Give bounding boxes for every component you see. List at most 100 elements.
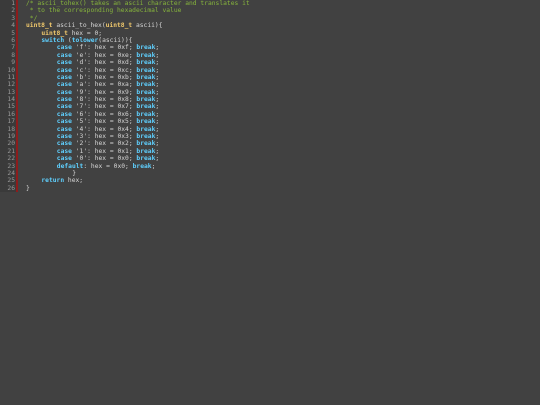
token-kw: case <box>56 155 72 163</box>
token-kw: break <box>136 81 156 89</box>
token-kw: case <box>56 133 72 141</box>
code-line[interactable]: 25 return hex; <box>0 177 540 184</box>
token-plain: ; <box>155 59 160 67</box>
line-number: 7 <box>11 44 15 52</box>
line-number: 2 <box>11 7 15 15</box>
line-number: 16 <box>7 110 15 118</box>
token-plain: 'a': hex = 0xa; <box>71 81 137 89</box>
token-kw: break <box>136 59 156 67</box>
token-kw: case <box>56 110 72 118</box>
code-line[interactable]: 17 case '5': hex = 0x5; break; <box>0 118 540 125</box>
token-plain: 'e': hex = 0xe; <box>71 51 137 59</box>
token-kw: break <box>136 155 156 163</box>
line-code: case 'c': hex = 0xc; break; <box>57 67 159 74</box>
code-line[interactable]: 9 case 'd': hex = 0xd; break; <box>0 59 540 66</box>
code-line[interactable]: 18 case '4': hex = 0x4; break; <box>0 126 540 133</box>
code-line[interactable]: 4 uint8_t ascii_to_hex(uint8_t ascii){ <box>0 22 540 29</box>
token-plain: 'f': hex = 0xf; <box>71 44 137 52</box>
code-line[interactable]: 22 case '0': hex = 0x0; break; <box>0 155 540 162</box>
token-kw: break <box>136 118 156 126</box>
token-plain: ; <box>155 44 160 52</box>
token-kw: break <box>136 103 156 111</box>
line-number: 17 <box>7 118 15 126</box>
code-line[interactable]: 14 case '8': hex = 0x8; break; <box>0 96 540 103</box>
code-line[interactable]: 6 switch (tolower(ascii)){ <box>0 37 540 44</box>
token-comment: * to the corresponding hexadecimal value <box>26 7 182 15</box>
token-plain: ascii){ <box>132 22 163 30</box>
line-number: 14 <box>7 96 15 104</box>
token-plain: ; <box>155 133 160 141</box>
line-number: 23 <box>7 162 15 170</box>
line-number: 1 <box>11 0 15 7</box>
line-code: uint8_t hex = 0; <box>41 30 102 37</box>
code-line[interactable]: 8 case 'e': hex = 0xe; break; <box>0 52 540 59</box>
token-plain: ; <box>155 66 160 74</box>
token-plain: ; <box>155 147 160 155</box>
code-lines[interactable]: 1 /* ascii_tohex() takes an ascii charact… <box>0 0 540 192</box>
token-kw: switch <box>41 36 65 44</box>
code-line[interactable]: 26} <box>0 185 540 192</box>
token-kw: case <box>56 96 72 104</box>
code-line[interactable]: 7 case 'f': hex = 0xf; break; <box>0 44 540 51</box>
code-line[interactable]: 16 case '6': hex = 0x6; break; <box>0 111 540 118</box>
token-kw: case <box>56 66 72 74</box>
token-kw: case <box>56 59 72 67</box>
token-plain: '6': hex = 0x6; <box>71 110 137 118</box>
token-plain: hex; <box>64 177 84 185</box>
line-number: 5 <box>11 29 15 37</box>
code-line[interactable]: 12 case 'a': hex = 0xa; break; <box>0 81 540 88</box>
token-kw: break <box>136 44 156 52</box>
line-number: 26 <box>7 184 15 192</box>
line-number: 13 <box>7 88 15 96</box>
code-line[interactable]: 23 default: hex = 0x0; break; <box>0 163 540 170</box>
token-plain: '8': hex = 0x8; <box>71 96 137 104</box>
token-plain: '9': hex = 0x9; <box>71 88 137 96</box>
token-plain: ; <box>155 96 160 104</box>
token-plain: '1': hex = 0x1; <box>71 147 137 155</box>
token-kw: case <box>56 147 72 155</box>
code-line[interactable]: 10 case 'c': hex = 0xc; break; <box>0 67 540 74</box>
code-line[interactable]: 20 case '2': hex = 0x2; break; <box>0 140 540 147</box>
code-line[interactable]: 2 * to the corresponding hexadecimal val… <box>0 7 540 14</box>
code-line[interactable]: 24} <box>0 170 540 177</box>
token-plain: ; <box>155 110 160 118</box>
token-type: uint8_t <box>105 22 133 30</box>
line-code: case '5': hex = 0x5; break; <box>57 118 159 125</box>
code-line[interactable]: 19 case '3': hex = 0x3; break; <box>0 133 540 140</box>
line-number: 8 <box>11 51 15 59</box>
token-plain: ; <box>155 51 160 59</box>
token-comment: */ <box>26 14 38 22</box>
token-plain: } <box>72 169 76 177</box>
line-number: 4 <box>11 22 15 30</box>
token-plain: } <box>26 184 30 192</box>
code-line[interactable]: 11 case 'b': hex = 0xb; break; <box>0 74 540 81</box>
line-code: switch (tolower(ascii)){ <box>41 37 132 44</box>
token-plain: ; <box>155 73 160 81</box>
token-kw: case <box>56 81 72 89</box>
token-plain: '5': hex = 0x5; <box>71 118 137 126</box>
token-kw: tolower <box>71 36 99 44</box>
token-plain: : hex = 0x0; <box>83 162 133 170</box>
code-line[interactable]: 5 uint8_t hex = 0; <box>0 30 540 37</box>
line-code: case '0': hex = 0x0; break; <box>57 155 159 162</box>
code-line[interactable]: 1 /* ascii_tohex() takes an ascii charact… <box>0 0 540 7</box>
token-plain: '3': hex = 0x3; <box>71 133 137 141</box>
line-code: case 'e': hex = 0xe; break; <box>57 52 159 59</box>
token-plain: ; <box>155 140 160 148</box>
token-kw: break <box>136 133 156 141</box>
token-plain: 'c': hex = 0xc; <box>71 66 137 74</box>
line-code: case '9': hex = 0x9; break; <box>57 89 159 96</box>
code-line[interactable]: 15 case '7': hex = 0x7; break; <box>0 103 540 110</box>
token-plain: '7': hex = 0x7; <box>71 103 137 111</box>
code-line[interactable]: 21 case '1': hex = 0x1; break; <box>0 148 540 155</box>
line-number: 19 <box>7 133 15 141</box>
token-plain: ( <box>64 36 72 44</box>
token-type: uint8_t <box>26 22 53 30</box>
code-line[interactable]: 13 case '9': hex = 0x9; break; <box>0 89 540 96</box>
line-number: 25 <box>7 177 15 185</box>
token-plain: ; <box>155 125 160 133</box>
token-kw: default <box>56 162 84 170</box>
token-kw: break <box>136 140 156 148</box>
line-code: case 'b': hex = 0xb; break; <box>57 74 159 81</box>
code-editor[interactable]: 1 /* ascii_tohex() takes an ascii charact… <box>0 0 540 405</box>
